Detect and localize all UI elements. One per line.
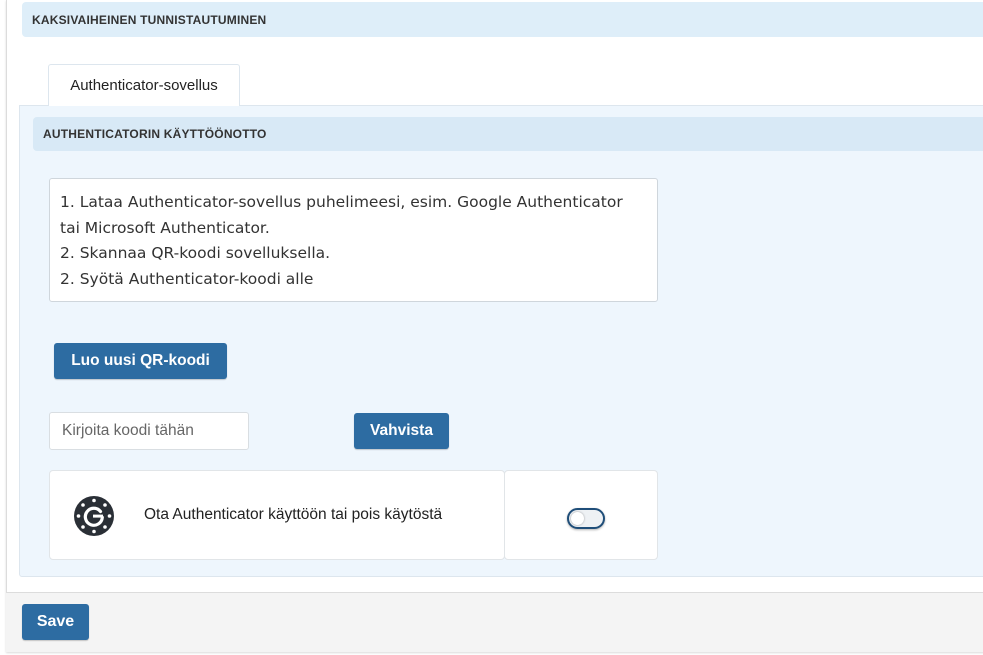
footer-bar (6, 592, 983, 652)
toggle-knob (571, 512, 584, 525)
instruction-line: 2. Skannaa QR-koodi sovelluksella. (60, 244, 331, 262)
section-header: KAKSIVAIHEINEN TUNNISTAUTUMINEN (22, 2, 983, 37)
panel-header: AUTHENTICATORIN KÄYTTÖÖNOTTO (33, 117, 983, 151)
instructions-box: 1. Lataa Authenticator-sovellus puhelime… (49, 178, 658, 302)
instruction-line: 1. Lataa Authenticator-sovellus puhelime… (60, 193, 623, 237)
authenticator-icon (74, 496, 114, 536)
verify-button[interactable]: Vahvista (354, 413, 449, 449)
instruction-line: 2. Syötä Authenticator-koodi alle (60, 269, 314, 288)
authenticator-toggle-switch[interactable] (567, 508, 605, 529)
page: KAKSIVAIHEINEN TUNNISTAUTUMINEN Authenti… (0, 0, 983, 655)
tab-authenticator-app[interactable]: Authenticator-sovellus (48, 64, 240, 106)
toggle-label: Ota Authenticator käyttöön tai pois käyt… (144, 506, 443, 523)
save-button[interactable]: Save (22, 604, 89, 640)
generate-qr-button[interactable]: Luo uusi QR-koodi (54, 343, 227, 379)
code-input[interactable] (49, 412, 249, 450)
